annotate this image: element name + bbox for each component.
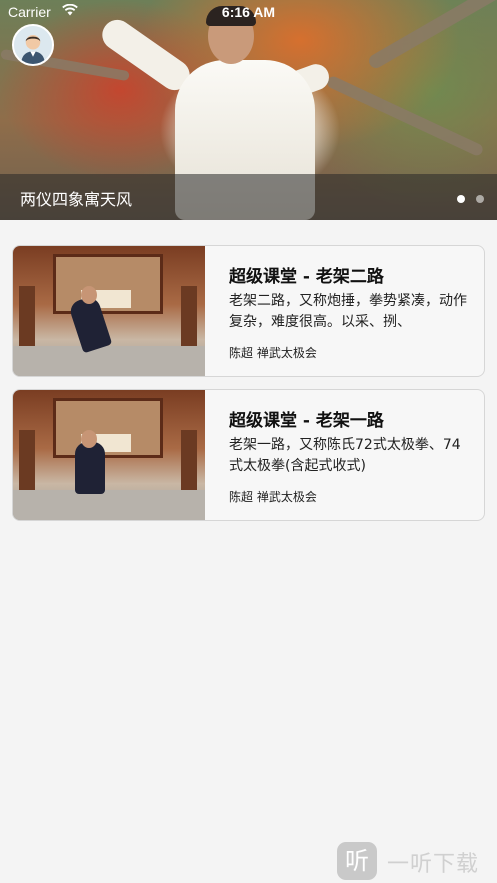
course-description: 老架二路，又称炮捶，拳势紧凑，动作复杂，难度很高。以采、挒、 bbox=[229, 293, 467, 330]
banner-figure-arm bbox=[96, 14, 196, 96]
clock: 6:16 AM bbox=[221, 4, 276, 20]
banner-page-dot[interactable] bbox=[476, 195, 484, 203]
watermark-text: 一听下载 bbox=[387, 852, 480, 877]
thumb-floor bbox=[13, 346, 205, 376]
course-meta: 陈超 禅武太极会 bbox=[229, 346, 317, 360]
thumb-person-head bbox=[81, 430, 97, 448]
thumb-floor bbox=[13, 490, 205, 520]
status-bar: Carrier 6:16 AM bbox=[0, 0, 497, 24]
thumb-person-head bbox=[81, 286, 97, 304]
course-title: 超级课堂 - 老架一路 bbox=[229, 411, 384, 431]
banner-page-dot-active[interactable] bbox=[457, 195, 465, 203]
banner-branch bbox=[325, 74, 485, 158]
thumb-weapon-rack bbox=[19, 286, 35, 346]
hero-banner[interactable]: 两仪四象寓天风 bbox=[0, 0, 497, 220]
course-thumbnail bbox=[13, 390, 205, 520]
user-avatar-icon[interactable] bbox=[12, 24, 54, 66]
course-card[interactable]: 超级课堂 - 老架一路 老架一路，又称陈氏72式太极拳、74式太极拳(含起式收式… bbox=[12, 389, 485, 521]
course-meta: 陈超 禅武太极会 bbox=[229, 490, 317, 504]
thumb-person bbox=[75, 442, 105, 494]
watermark-icon: 听 bbox=[337, 842, 377, 880]
thumb-weapon-rack bbox=[181, 430, 197, 490]
course-card[interactable]: 超级课堂 - 老架二路 老架二路，又称炮捶，拳势紧凑，动作复杂，难度很高。以采、… bbox=[12, 245, 485, 377]
course-title: 超级课堂 - 老架二路 bbox=[229, 267, 384, 287]
thumb-weapon-rack bbox=[19, 430, 35, 490]
banner-caption: 两仪四象寓天风 bbox=[20, 190, 133, 209]
course-description: 老架一路，又称陈氏72式太极拳、74式太极拳(含起式收式) bbox=[229, 437, 461, 474]
banner-caption-bar: 两仪四象寓天风 bbox=[0, 174, 497, 220]
course-thumbnail bbox=[13, 246, 205, 376]
watermark-logo: 听 一听下载 bbox=[337, 838, 497, 883]
thumb-weapon-rack bbox=[181, 286, 197, 346]
